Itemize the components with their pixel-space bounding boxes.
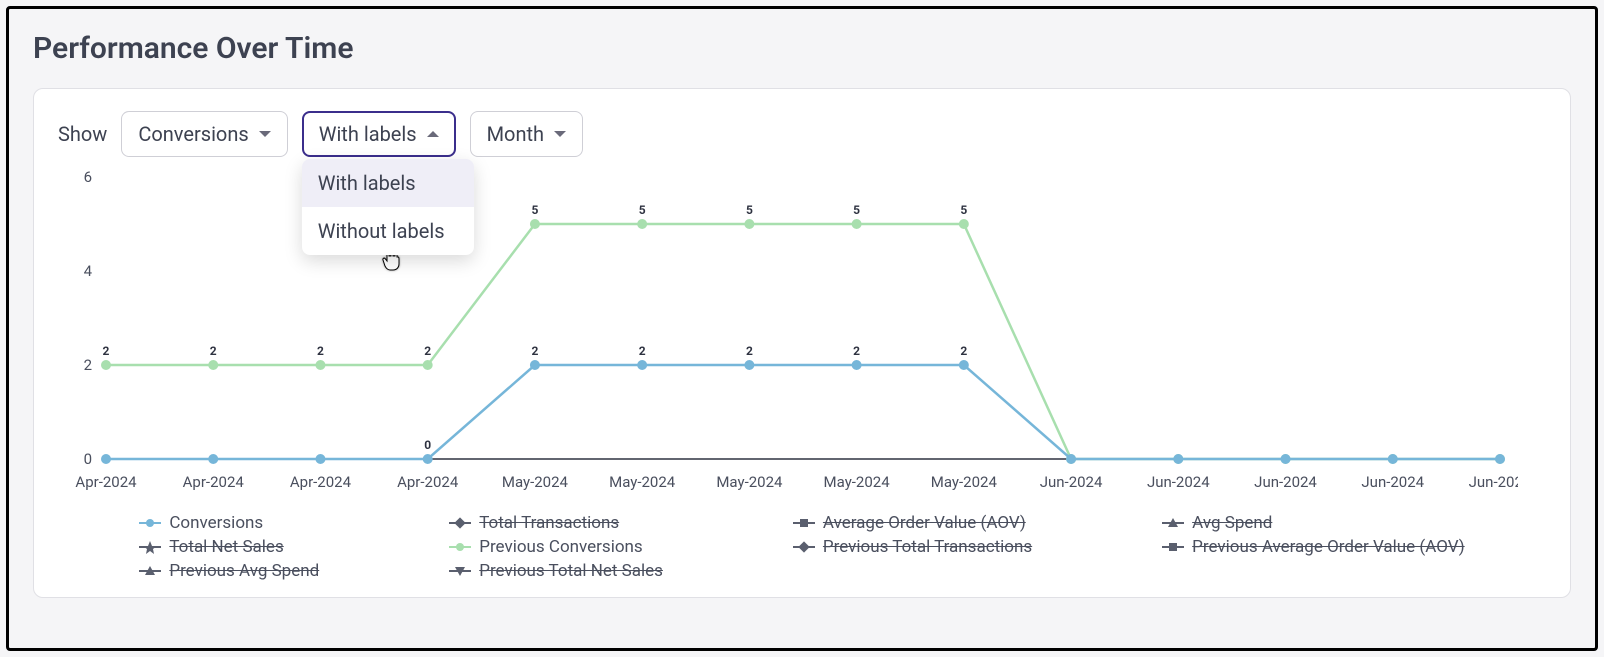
app-frame: Performance Over Time Show Conversions W… — [6, 6, 1598, 651]
legend-item-label: Previous Total Net Sales — [479, 561, 663, 581]
labels-dropdown-wrap: With labels With labels Without labels — [302, 111, 456, 157]
svg-text:Jun-2024: Jun-2024 — [1361, 473, 1424, 491]
legend-item-label: Previous Avg Spend — [169, 561, 319, 581]
svg-text:May-2024: May-2024 — [716, 473, 783, 491]
svg-text:4: 4 — [84, 262, 93, 280]
show-label: Show — [58, 122, 107, 146]
metric-dropdown-wrap: Conversions — [121, 111, 287, 157]
svg-text:Apr-2024: Apr-2024 — [397, 473, 459, 491]
legend-marker-icon — [1162, 516, 1184, 530]
svg-text:5: 5 — [531, 203, 538, 217]
svg-text:2: 2 — [317, 344, 324, 358]
labels-option-without[interactable]: Without labels — [302, 207, 474, 255]
legend-marker-icon — [793, 540, 815, 554]
svg-text:2: 2 — [746, 344, 753, 358]
legend-item-label: Previous Conversions — [479, 537, 642, 557]
svg-text:May-2024: May-2024 — [824, 473, 891, 491]
svg-text:5: 5 — [960, 203, 967, 217]
svg-text:2: 2 — [210, 344, 217, 358]
legend-item-label: Avg Spend — [1192, 513, 1272, 533]
legend-item[interactable]: Average Order Value (AOV) — [793, 513, 1032, 533]
svg-text:Apr-2024: Apr-2024 — [290, 473, 352, 491]
svg-text:May-2024: May-2024 — [931, 473, 998, 491]
granularity-dropdown-value: Month — [487, 122, 544, 146]
svg-text:2: 2 — [84, 356, 92, 374]
svg-text:Jun-2024: Jun-2024 — [1147, 473, 1210, 491]
granularity-dropdown-wrap: Month — [470, 111, 583, 157]
svg-text:Jun-2024: Jun-2024 — [1040, 473, 1103, 491]
labels-dropdown-value: With labels — [319, 122, 417, 146]
svg-text:May-2024: May-2024 — [502, 473, 569, 491]
chart-legend: Conversions Total Transactions Average Ord… — [58, 503, 1546, 581]
legend-marker-icon — [449, 516, 471, 530]
metric-dropdown-value: Conversions — [138, 122, 248, 146]
legend-item-label: Previous Total Transactions — [823, 537, 1032, 557]
legend-item[interactable]: Previous Total Transactions — [793, 537, 1032, 557]
svg-text:2: 2 — [424, 344, 431, 358]
chart-controls: Show Conversions With labels With labels… — [58, 111, 1546, 157]
svg-text:2: 2 — [531, 344, 538, 358]
legend-item[interactable]: Previous Average Order Value (AOV) — [1162, 537, 1464, 557]
svg-text:Jun-2024: Jun-2024 — [1254, 473, 1317, 491]
legend-item-label: Total Net Sales — [169, 537, 283, 557]
labels-dropdown[interactable]: With labels — [302, 111, 456, 157]
labels-option-with[interactable]: With labels — [302, 159, 474, 207]
legend-marker-icon — [139, 540, 161, 554]
svg-text:Apr-2024: Apr-2024 — [183, 473, 245, 491]
granularity-dropdown[interactable]: Month — [470, 111, 583, 157]
svg-text:5: 5 — [853, 203, 860, 217]
chart-card: Show Conversions With labels With labels… — [33, 88, 1571, 598]
legend-marker-icon — [139, 516, 161, 530]
legend-marker-icon — [1162, 540, 1184, 554]
legend-marker-icon — [139, 564, 161, 578]
svg-text:6: 6 — [84, 168, 92, 186]
legend-item[interactable]: Previous Avg Spend — [139, 561, 319, 581]
legend-item[interactable]: Conversions — [139, 513, 319, 533]
legend-marker-icon — [449, 540, 471, 554]
labels-dropdown-menu: With labels Without labels — [302, 159, 474, 255]
legend-item-label: Average Order Value (AOV) — [823, 513, 1026, 533]
legend-item[interactable]: Previous Conversions — [449, 537, 663, 557]
chevron-up-icon — [427, 131, 439, 137]
legend-item[interactable]: Total Transactions — [449, 513, 663, 533]
page-title: Performance Over Time — [33, 31, 1571, 66]
svg-text:2: 2 — [960, 344, 967, 358]
svg-text:2: 2 — [103, 344, 110, 358]
legend-item[interactable]: Avg Spend — [1162, 513, 1464, 533]
svg-text:May-2024: May-2024 — [609, 473, 676, 491]
svg-text:Jun-2024: Jun-2024 — [1469, 473, 1518, 491]
legend-item-label: Previous Average Order Value (AOV) — [1192, 537, 1464, 557]
svg-text:0: 0 — [84, 450, 92, 468]
legend-marker-icon — [449, 564, 471, 578]
svg-text:2: 2 — [639, 344, 646, 358]
svg-text:2: 2 — [853, 344, 860, 358]
metric-dropdown[interactable]: Conversions — [121, 111, 287, 157]
legend-item-label: Total Transactions — [479, 513, 619, 533]
chevron-down-icon — [554, 131, 566, 137]
chevron-down-icon — [259, 131, 271, 137]
svg-text:Apr-2024: Apr-2024 — [75, 473, 137, 491]
legend-item[interactable]: Total Net Sales — [139, 537, 319, 557]
svg-text:0: 0 — [424, 438, 431, 452]
svg-text:5: 5 — [639, 203, 646, 217]
svg-text:5: 5 — [746, 203, 753, 217]
legend-item-label: Conversions — [169, 513, 263, 533]
line-chart: 0246222255555022222Apr-2024Apr-2024Apr-2… — [58, 163, 1546, 503]
legend-item[interactable]: Previous Total Net Sales — [449, 561, 663, 581]
legend-marker-icon — [793, 516, 815, 530]
